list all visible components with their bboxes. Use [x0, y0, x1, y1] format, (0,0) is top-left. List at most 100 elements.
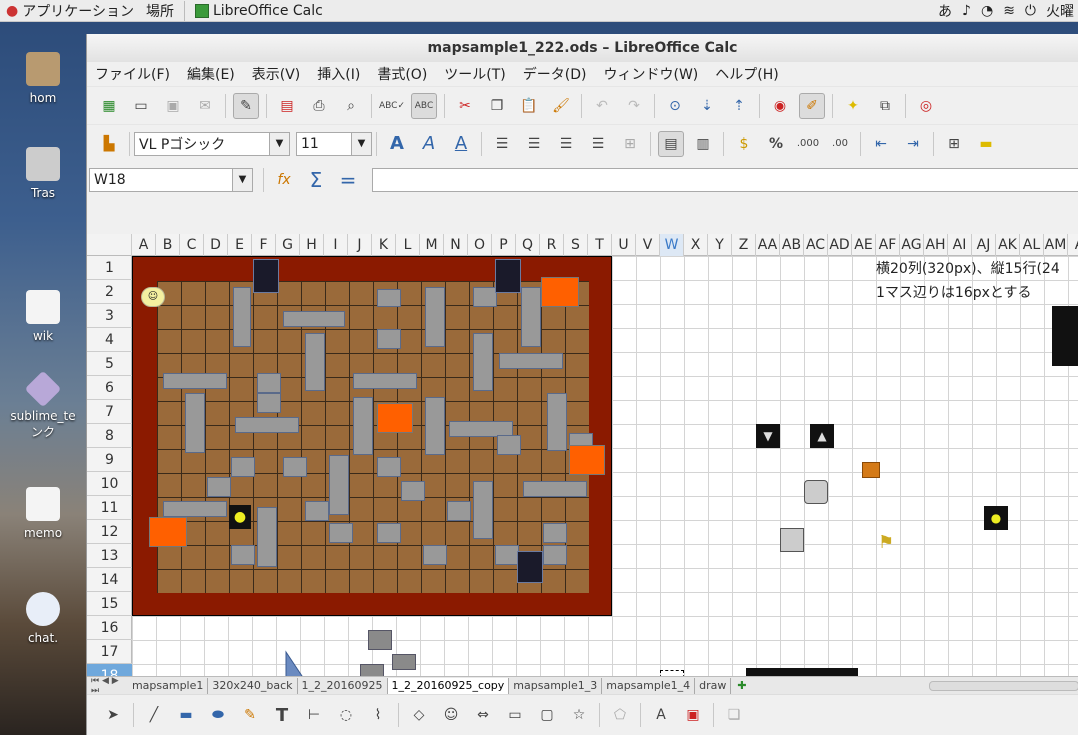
open-icon[interactable]: ▭ — [128, 93, 154, 119]
keyhole-icon[interactable]: ● — [229, 505, 251, 529]
map-wall[interactable] — [495, 545, 519, 565]
map-wall[interactable] — [163, 501, 227, 517]
map-wall[interactable] — [329, 523, 353, 543]
row-header[interactable]: 2 — [87, 280, 132, 304]
column-header[interactable]: B — [156, 234, 180, 256]
stairs-icon[interactable] — [517, 551, 543, 583]
map-wall[interactable] — [283, 311, 345, 327]
edit-mode-icon[interactable]: ✎ — [233, 92, 259, 119]
menu-insert[interactable]: 挿入(I) — [317, 64, 360, 84]
map-wall[interactable] — [473, 481, 493, 539]
align-center-icon[interactable]: ☰ — [521, 131, 547, 157]
increase-indent-icon[interactable]: ⇥ — [900, 131, 926, 157]
power-icon[interactable]: ⏻ — [1025, 3, 1036, 19]
map-wall[interactable] — [473, 287, 497, 307]
desktop-icon-trash[interactable]: Tras — [0, 147, 86, 200]
map-wall[interactable] — [377, 289, 401, 307]
column-header[interactable]: R — [540, 234, 564, 256]
map-wall[interactable] — [547, 393, 567, 451]
flag-icon[interactable]: ⚑ — [878, 532, 900, 556]
column-header[interactable]: A — [1068, 234, 1078, 256]
row-header[interactable]: 9 — [87, 448, 132, 472]
mail-icon[interactable]: ✉ — [192, 93, 218, 119]
cell-area[interactable]: ☺ ● 横20列(320px)、縦15行(24 1マス辺りは16pxとする ▼ … — [132, 256, 1078, 676]
desktop-icon-memo[interactable]: memo — [0, 487, 86, 540]
formula-input[interactable] — [372, 168, 1078, 192]
orange-block[interactable] — [377, 403, 413, 433]
spreadsheet-grid[interactable]: A B C D E F G H I J K L M N O P Q R S T U V W X Y Z AA AB AC AD AE AF AG… — [87, 234, 1078, 676]
chest-icon[interactable] — [862, 462, 880, 478]
cut-icon[interactable]: ✂ — [452, 93, 478, 119]
stairs-icon[interactable] — [253, 259, 279, 293]
column-header[interactable]: W — [660, 234, 684, 256]
font-size-combo[interactable]: 11 ▼ — [296, 131, 372, 156]
column-header[interactable]: U — [612, 234, 636, 256]
tab-nav[interactable]: ⏮ ◀ ▶ ⏭ — [87, 676, 128, 696]
column-header[interactable]: A — [132, 234, 156, 256]
stairs-up-icon[interactable]: ▲ — [810, 424, 834, 448]
tab-320x240-back[interactable]: 320x240_back — [208, 677, 298, 694]
map-wall[interactable] — [231, 545, 255, 565]
add-decimal-icon[interactable]: .00 — [827, 131, 853, 157]
formula-equals-icon[interactable]: = — [335, 167, 361, 193]
row-header[interactable]: 6 — [87, 376, 132, 400]
redo-icon[interactable]: ↷ — [621, 93, 647, 119]
tab-1-2-20160925[interactable]: 1_2_20160925 — [298, 677, 388, 694]
select-arrow-icon[interactable]: ➤ — [100, 702, 126, 728]
line-icon[interactable]: ╱ — [141, 702, 167, 728]
map-wall[interactable] — [499, 353, 563, 369]
column-header[interactable]: AI — [948, 234, 972, 256]
symbol-shapes-icon[interactable]: ☺ — [438, 702, 464, 728]
decrease-indent-icon[interactable]: ⇤ — [868, 131, 894, 157]
column-header[interactable]: P — [492, 234, 516, 256]
merge-cells-icon[interactable]: ⊞ — [617, 131, 643, 157]
gray-tile[interactable] — [392, 654, 416, 670]
pdf-icon[interactable]: ▤ — [274, 93, 300, 119]
text-icon[interactable]: T — [269, 702, 295, 728]
column-header[interactable]: E — [228, 234, 252, 256]
map-wall[interactable] — [473, 333, 493, 391]
triangle-shape[interactable] — [280, 650, 320, 676]
keyhole-small-icon[interactable]: ● — [984, 506, 1008, 530]
row-header[interactable]: 4 — [87, 328, 132, 352]
row-header[interactable]: 12 — [87, 520, 132, 544]
row-header[interactable]: 8 — [87, 424, 132, 448]
undo-icon[interactable]: ↶ — [589, 93, 615, 119]
column-header[interactable]: F — [252, 234, 276, 256]
print-icon[interactable]: ⎙ — [306, 93, 332, 119]
map-wall[interactable] — [523, 481, 587, 497]
format-paintbrush-icon[interactable]: 🖌 — [548, 93, 574, 119]
add-sheet-icon[interactable]: ✚ — [731, 679, 752, 692]
column-header[interactable]: O — [468, 234, 492, 256]
map-wall[interactable] — [425, 397, 445, 455]
map-wall[interactable] — [543, 523, 567, 543]
column-header[interactable]: AG — [900, 234, 924, 256]
dungeon-map[interactable]: ☺ ● — [132, 256, 612, 616]
map-wall[interactable] — [353, 397, 373, 455]
smiley-icon[interactable]: ☺ — [141, 287, 165, 307]
black-rect[interactable] — [1052, 306, 1078, 366]
stars-icon[interactable]: ☆ — [566, 702, 592, 728]
column-header[interactable]: AD — [828, 234, 852, 256]
align-top-icon[interactable]: ▥ — [690, 131, 716, 157]
orange-block[interactable] — [569, 445, 605, 475]
justify-icon[interactable]: ☰ — [585, 131, 611, 157]
gray-square-tile[interactable] — [780, 528, 804, 552]
map-wall[interactable] — [377, 523, 401, 543]
rectangle-icon[interactable]: ▬ — [173, 702, 199, 728]
ellipse-icon[interactable]: ⬬ — [205, 702, 231, 728]
desktop-icon-home[interactable]: hom — [0, 52, 86, 105]
gallery-icon[interactable]: ✦ — [840, 93, 866, 119]
clock[interactable]: 火曜 — [1046, 1, 1074, 21]
stairs-icon[interactable] — [495, 259, 521, 293]
column-header[interactable]: S — [564, 234, 588, 256]
column-header[interactable]: Q — [516, 234, 540, 256]
map-wall[interactable] — [447, 501, 471, 521]
desktop-icon-chat[interactable]: chat. — [0, 592, 86, 645]
row-header[interactable]: 3 — [87, 304, 132, 328]
autospell-icon[interactable]: ABC — [411, 92, 437, 119]
new-icon[interactable]: ▦ — [96, 93, 122, 119]
map-wall[interactable] — [185, 393, 205, 453]
row-header[interactable]: 18 — [87, 664, 132, 676]
map-wall[interactable] — [257, 373, 281, 393]
